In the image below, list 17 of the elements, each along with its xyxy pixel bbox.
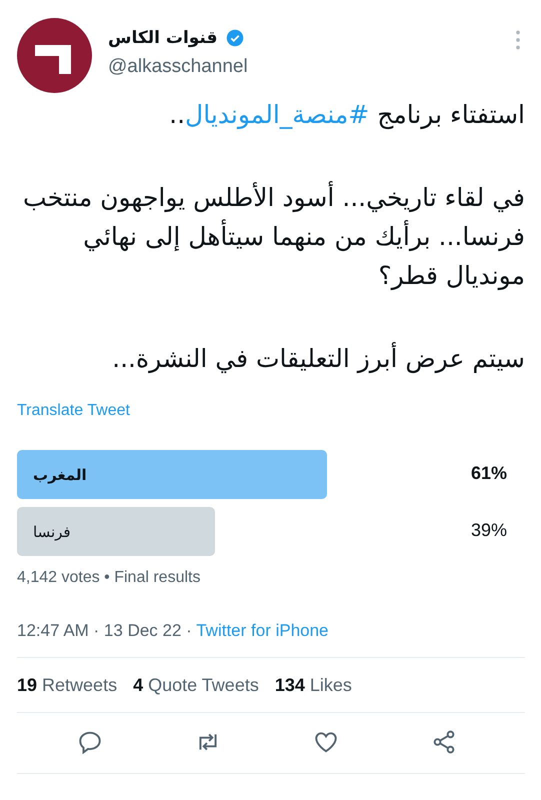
reply-icon[interactable] <box>77 729 103 755</box>
share-icon[interactable] <box>431 729 457 755</box>
tweet-text: في لقاء تاريخي... أسود الأطلس يواجهون منتخب فرنسا... برأيك من منهما سيتأهل إلى نهائي مونديال قطر؟ <box>22 180 525 292</box>
poll-option-label: المغرب <box>33 466 87 484</box>
poll-percentage: 61% <box>470 463 507 484</box>
engagement-stat[interactable]: 19 Retweets <box>17 675 118 696</box>
engagement-stat[interactable]: 134 Likes <box>274 675 352 696</box>
account-name[interactable]: قنوات الكاس <box>108 28 218 48</box>
engagement-stat[interactable]: 4 Quote Tweets <box>133 675 259 696</box>
poll-summary: 4,142 votes • Final results <box>17 569 202 587</box>
poll-option-label: فرنسا <box>33 522 71 540</box>
account-handle[interactable]: @alkasschannel <box>108 56 515 78</box>
channel-logo-icon[interactable] <box>17 18 92 93</box>
poll-percentage: 39% <box>470 520 507 541</box>
tweet-text: سيتم عرض أبرز التعليقات في النشرة... <box>111 341 525 376</box>
tweet-text: استفتاء برنامج #منصة_المونديال.. <box>168 99 525 132</box>
tweet-timestamp: 12:47 AM · 13 Dec 22 · <box>17 621 193 640</box>
